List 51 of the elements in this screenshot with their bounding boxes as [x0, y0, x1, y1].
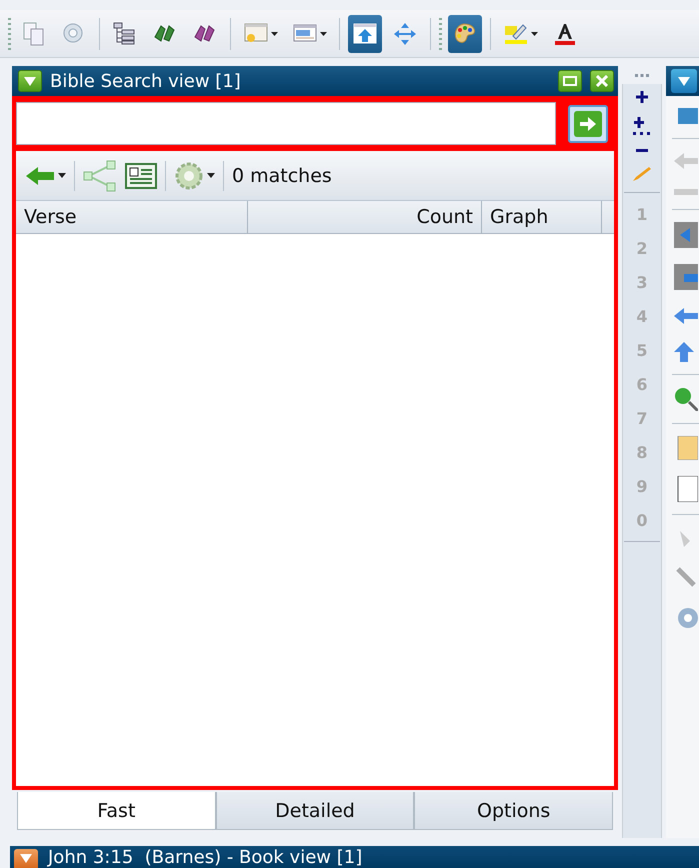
column-header[interactable]: Graph — [482, 201, 602, 233]
number-key[interactable]: 8 — [636, 435, 648, 469]
plus-dots-icon[interactable] — [633, 117, 651, 135]
column-header[interactable]: Verse — [16, 201, 248, 233]
plus-icon[interactable] — [636, 91, 648, 103]
tab[interactable]: Options — [414, 792, 614, 830]
up-arrow-icon[interactable] — [674, 342, 694, 362]
caret-icon — [320, 32, 327, 36]
tab[interactable]: Fast — [17, 792, 216, 830]
number-key[interactable]: 1 — [636, 197, 648, 231]
match-count: 0 matches — [232, 164, 332, 186]
close-button[interactable] — [590, 70, 614, 92]
search-field[interactable] — [16, 102, 556, 145]
left-arrow-icon — [26, 164, 56, 186]
caret-icon — [271, 32, 278, 36]
panel-title: Bible Search view [1] — [50, 70, 242, 92]
number-key[interactable]: 2 — [636, 231, 648, 265]
collapse-button[interactable] — [671, 69, 697, 93]
options-button[interactable] — [174, 160, 215, 190]
caret-icon — [531, 32, 538, 36]
number-key[interactable]: 5 — [636, 333, 648, 367]
close-icon — [596, 75, 608, 87]
restore-button[interactable] — [558, 70, 582, 92]
caret-icon — [207, 173, 215, 178]
minus-icon[interactable] — [636, 149, 648, 153]
number-key[interactable]: 7 — [636, 401, 648, 435]
number-key[interactable]: 0 — [636, 503, 648, 537]
text-card-icon[interactable] — [125, 162, 157, 188]
panel-title: John 3:15 (Barnes) - Book view [1] — [48, 848, 362, 868]
column-header[interactable]: Count — [248, 201, 482, 233]
move-arrows-icon — [392, 20, 418, 46]
number-key[interactable]: 3 — [636, 265, 648, 299]
collapse-button[interactable] — [18, 70, 42, 92]
number-key[interactable]: 6 — [636, 367, 648, 401]
left-arrow-icon[interactable] — [674, 306, 698, 326]
down-triangle-icon — [678, 76, 690, 86]
number-key[interactable]: 4 — [636, 299, 648, 333]
settings-icon — [174, 160, 204, 190]
branch-icon[interactable] — [83, 160, 117, 192]
down-triangle-icon — [24, 76, 36, 86]
toolbar-button[interactable] — [348, 14, 382, 52]
magnifier-icon[interactable] — [674, 387, 698, 411]
restore-icon — [563, 76, 577, 86]
collapse-button[interactable] — [14, 849, 38, 868]
go-button[interactable] — [568, 104, 608, 142]
number-key[interactable]: 9 — [636, 469, 648, 503]
caret-icon — [58, 173, 66, 178]
down-triangle-icon — [20, 854, 32, 863]
grip-icon[interactable] — [635, 74, 649, 76]
tab[interactable]: Detailed — [216, 792, 414, 830]
back-button[interactable] — [26, 164, 66, 186]
